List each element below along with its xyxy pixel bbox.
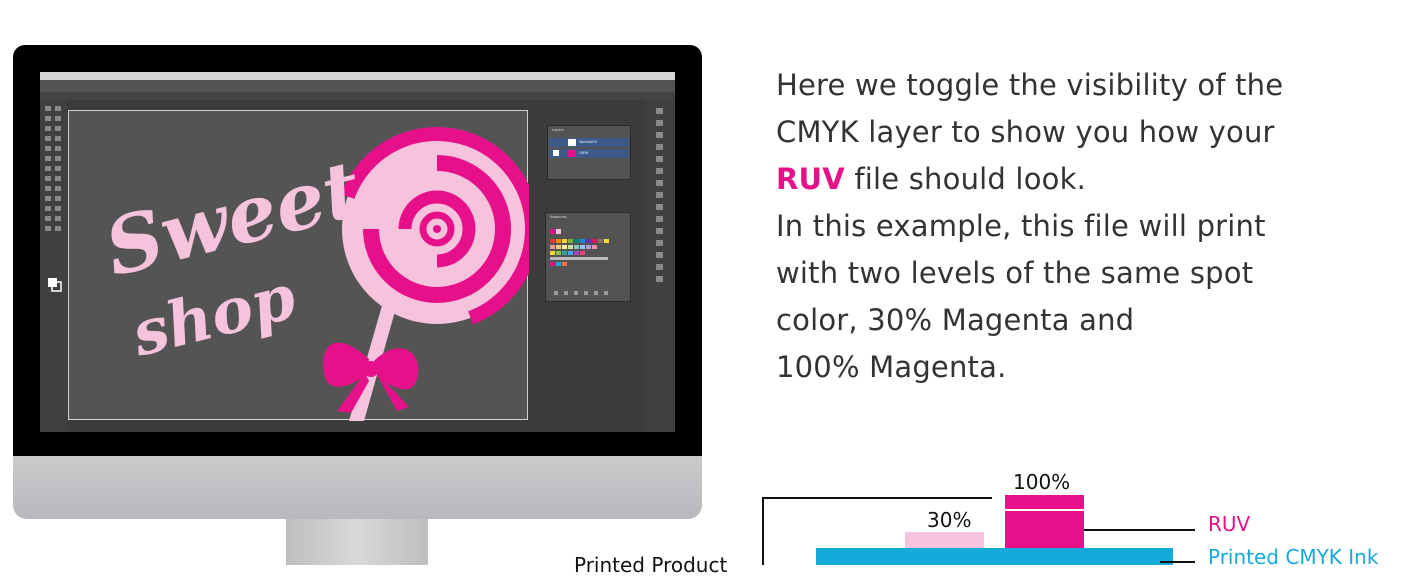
cmyk-ink-layer [816,548,1173,565]
layer-diagram [762,495,1195,565]
label-100-percent: 100% [1013,470,1071,494]
label-printed-cmyk-ink: Printed CMYK Ink [1208,545,1379,569]
ruv-100-block-top [1005,495,1084,509]
ruv-30-block [905,532,984,548]
label-ruv: RUV [1208,512,1251,536]
label-30-percent: 30% [927,508,972,532]
ruv-100-block-bottom [1005,511,1084,548]
label-printed-product: Printed Product [574,553,728,577]
